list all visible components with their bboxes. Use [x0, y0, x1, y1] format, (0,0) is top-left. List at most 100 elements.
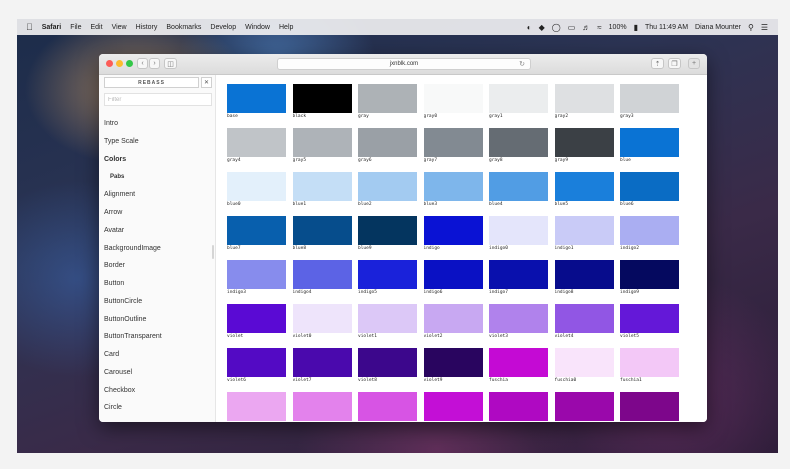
tabs-overview-button[interactable]: ❐ — [668, 58, 681, 69]
menu-user[interactable]: Diana Mounter — [695, 24, 741, 31]
color-swatch: gray9 — [554, 128, 614, 167]
sidebar-scrollbar[interactable] — [212, 245, 214, 259]
swatch-name: blue3 — [423, 202, 438, 207]
menu-clock[interactable]: Thu 11:49 AM — [645, 24, 688, 31]
sidebar-item-checkbox[interactable]: Checkbox — [99, 381, 215, 399]
share-button[interactable]: ⇡ — [651, 58, 664, 69]
swatch-name: blue — [620, 158, 631, 163]
sidebar-item-circle[interactable]: Circle — [99, 399, 215, 417]
menu-history[interactable]: History — [136, 24, 158, 31]
color-swatch: blue5 — [554, 172, 614, 211]
color-swatch: indigo1 — [554, 216, 614, 255]
swatch-chip — [620, 128, 679, 157]
close-window-button[interactable] — [106, 60, 113, 67]
rebass-button[interactable]: REBASS — [104, 77, 199, 88]
zoom-window-button[interactable] — [126, 60, 133, 67]
swatch-chip — [423, 260, 483, 289]
swatch-name: violet4 — [554, 334, 574, 339]
new-tab-button[interactable]: + — [688, 58, 700, 69]
sidebar-item-intro[interactable]: Intro — [99, 115, 215, 133]
forward-button[interactable]: › — [149, 58, 160, 69]
sidebar-item-arrow[interactable]: Arrow — [99, 204, 215, 222]
minimize-window-button[interactable] — [116, 60, 123, 67]
swatch-name: indigo2 — [620, 246, 639, 251]
sidebar-subitem-pabs[interactable]: Pabs — [99, 168, 215, 186]
color-swatch: gray8 — [489, 128, 548, 167]
sidebar-icon: ◫ — [167, 60, 174, 68]
sidebar-item-colors[interactable]: Colors — [99, 151, 215, 169]
swatch-name — [620, 421, 679, 422]
swatch-chip — [554, 128, 614, 157]
menu-app-name[interactable]: Safari — [42, 24, 61, 31]
menu-window[interactable]: Window — [245, 24, 270, 31]
swatch-name: fuschia — [489, 378, 508, 383]
color-swatch: violet6 — [227, 348, 286, 387]
swatch-name — [293, 421, 352, 422]
color-swatch — [554, 392, 614, 422]
sidebar-item-buttonoutline[interactable]: ButtonOutline — [99, 310, 215, 328]
extension-icon[interactable]: ◆ — [539, 23, 545, 32]
color-swatch: violet7 — [292, 348, 352, 387]
swatch-chip — [489, 216, 548, 245]
spotlight-icon[interactable]: ⚲ — [748, 23, 754, 32]
swatch-name: black — [292, 114, 307, 119]
color-swatch: gray0 — [423, 84, 483, 123]
sidebar-item-avatar[interactable]: Avatar — [99, 222, 215, 240]
menu-develop[interactable]: Develop — [210, 24, 236, 31]
sidebar-item-buttoncircle[interactable]: ButtonCircle — [99, 293, 215, 311]
swatch-chip — [358, 392, 417, 421]
reload-icon[interactable]: ↻ — [519, 60, 525, 68]
menu-help[interactable]: Help — [279, 24, 293, 31]
color-swatch — [423, 392, 483, 422]
swatch-chip — [227, 348, 286, 377]
sidebar-item-backgroundimage[interactable]: BackgroundImage — [99, 239, 215, 257]
wifi-icon[interactable]: ≈ — [597, 23, 601, 32]
color-swatch: blue4 — [489, 172, 548, 211]
swatch-name — [489, 421, 548, 422]
filter-input[interactable] — [104, 93, 212, 106]
sidebar-item-card[interactable]: Card — [99, 346, 215, 364]
sidebar-toggle-button[interactable]: ◫ — [164, 58, 177, 69]
swatch-chip — [489, 260, 548, 289]
swatch-chip — [489, 172, 548, 201]
search-status-icon[interactable]: ◯ — [552, 23, 561, 32]
swatch-name: fuschia1 — [620, 378, 642, 383]
menu-bookmarks[interactable]: Bookmarks — [166, 24, 201, 31]
swatch-name: violet3 — [489, 334, 508, 339]
menu-file[interactable]: File — [70, 24, 81, 31]
sidebar-item-carousel[interactable]: Carousel — [99, 364, 215, 382]
sidebar-item-button[interactable]: Button — [99, 275, 215, 293]
sync-icon[interactable]: ◐ — [527, 23, 532, 32]
color-swatch: blue8 — [292, 216, 352, 255]
color-swatch: violet1 — [358, 304, 417, 343]
notification-list-icon[interactable]: ☰ — [761, 23, 768, 32]
color-swatch: fuschia1 — [620, 348, 679, 387]
color-swatch — [620, 392, 679, 422]
swatch-chip — [227, 392, 286, 421]
battery-percent[interactable]: 100% — [609, 24, 627, 31]
swatch-name: gray5 — [292, 158, 307, 163]
close-sidebar-button[interactable]: ✕ — [201, 77, 212, 88]
swatch-name: indigo — [423, 246, 440, 251]
color-swatch: violet2 — [423, 304, 483, 343]
color-swatch: blue7 — [227, 216, 286, 255]
sidebar-item-alignment[interactable]: Alignment — [99, 186, 215, 204]
sidebar-item-buttontransparent[interactable]: ButtonTransparent — [99, 328, 215, 346]
swatch-chip — [292, 128, 352, 157]
swatch-name: gray9 — [554, 158, 569, 163]
sidebar-item-border[interactable]: Border — [99, 257, 215, 275]
address-bar[interactable]: jxnblk.com ↻ — [277, 58, 531, 70]
color-swatch: violet4 — [554, 304, 614, 343]
swatch-chip — [227, 260, 286, 289]
swatch-chip — [227, 84, 286, 113]
sidebar-item-type-scale[interactable]: Type Scale — [99, 133, 215, 151]
swatch-name: indigo1 — [554, 246, 574, 251]
menu-edit[interactable]: Edit — [91, 24, 103, 31]
apple-icon[interactable]:  — [26, 22, 33, 32]
swatch-chip — [423, 172, 483, 201]
volume-icon[interactable]: ♬ — [582, 23, 590, 32]
menu-view[interactable]: View — [112, 24, 127, 31]
back-button[interactable]: ‹ — [137, 58, 148, 69]
swatch-chip — [292, 84, 352, 113]
display-icon[interactable]: ▭ — [568, 23, 576, 32]
